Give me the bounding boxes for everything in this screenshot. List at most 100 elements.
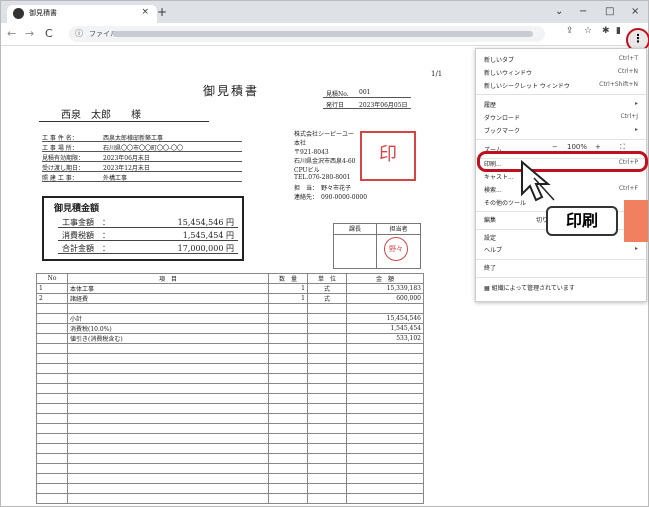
cell-qty xyxy=(268,313,308,324)
menu-item-label: 履歴 xyxy=(484,102,497,109)
zoom-level: 100% xyxy=(567,143,588,151)
menu-item-new-tab[interactable]: 新しいタブ Ctrl+T xyxy=(484,55,638,65)
menu-item-downloads[interactable]: ダウンロード Ctrl+J xyxy=(484,113,638,123)
table-row xyxy=(36,373,424,384)
cell-qty: 1 xyxy=(268,283,308,294)
company-contact: 担 当： 野々市花子 xyxy=(294,185,352,192)
table-row xyxy=(36,403,424,414)
reload-icon[interactable]: C xyxy=(45,27,53,40)
menu-item-label: キャスト... xyxy=(484,174,514,181)
cell-unit: 式 xyxy=(307,283,347,294)
menu-item-bookmarks[interactable]: ブックマーク ▸ xyxy=(484,126,638,136)
column-header: 単 位 xyxy=(307,273,347,284)
back-icon[interactable]: ← xyxy=(7,27,16,40)
menu-item-managed[interactable]: ▦ 組織によって管理されています xyxy=(484,283,638,293)
cell-amount: 15,339,183 xyxy=(346,283,424,294)
table-header-row: No 項 目 数 量 単 位 金 額 xyxy=(36,273,424,284)
share-icon[interactable]: ⇪ xyxy=(566,26,574,36)
customer-name: 西泉 太郎 様 xyxy=(61,110,141,121)
column-header: 金 額 xyxy=(346,273,424,284)
amount-label: 消費税額 ： xyxy=(62,231,110,240)
menu-item-label: ブックマーク xyxy=(484,128,521,135)
cursor-arrow-icon xyxy=(521,160,555,202)
address-url-redacted xyxy=(113,31,533,37)
forward-icon[interactable]: → xyxy=(25,27,34,40)
chevron-right-icon: ▸ xyxy=(634,126,638,133)
new-tab-button[interactable]: + xyxy=(157,5,167,19)
cell-amount xyxy=(346,303,424,314)
table-row xyxy=(36,363,424,374)
divider xyxy=(323,97,411,98)
menu-item-label: 新しいウィンドウ xyxy=(484,70,533,77)
building-icon: ▦ xyxy=(484,285,492,292)
divider xyxy=(58,253,238,254)
company-building: CPUビル xyxy=(294,167,320,174)
table-row xyxy=(36,303,424,314)
company-zip: 〒921-8043 xyxy=(294,149,329,156)
tab-search-icon[interactable]: ⌄ xyxy=(555,6,563,17)
table-row: 2 諸経費 1 式 600,000 xyxy=(36,293,424,304)
table-row xyxy=(36,423,424,434)
print-callout: 印刷 xyxy=(546,206,618,236)
column-header: 数 量 xyxy=(268,273,308,284)
menu-item-history[interactable]: 履歴 ▸ xyxy=(484,100,638,110)
amount-title: 御見積金額 xyxy=(54,204,100,214)
minimize-button[interactable]: − xyxy=(579,6,587,17)
tab-estimate[interactable]: 御見積書 × xyxy=(7,5,157,23)
maximize-button[interactable]: □ xyxy=(605,6,614,17)
tab-close-icon[interactable]: × xyxy=(141,7,149,17)
decorative-tab xyxy=(624,200,648,242)
estimate-no: 001 xyxy=(359,89,371,96)
customer-underline xyxy=(39,121,209,122)
table-row xyxy=(36,473,424,484)
menu-item-shortcut: Ctrl+F xyxy=(618,185,638,192)
pdf-viewer: 1/1 御見積書 西泉 太郎 様 見積No. 001 発行日 2023年06月0… xyxy=(1,47,475,505)
company-seal-stamp: 印 xyxy=(360,131,416,181)
extensions-icon[interactable]: ✱ xyxy=(602,26,610,36)
chevron-right-icon: ▸ xyxy=(634,245,638,252)
menu-item-help[interactable]: ヘルプ ▸ xyxy=(484,245,638,255)
table-row xyxy=(36,353,424,364)
cell-item xyxy=(67,303,269,314)
column-header: 項 目 xyxy=(67,273,269,284)
cell-qty xyxy=(268,303,308,314)
address-bar[interactable]: ⓘ ファイル xyxy=(69,26,545,42)
divider xyxy=(323,108,411,109)
menu-separator xyxy=(476,277,646,278)
cell-item: 小計 xyxy=(67,313,269,324)
close-window-button[interactable]: × xyxy=(631,6,639,17)
menu-item-incognito[interactable]: 新しいシークレット ウィンドウ Ctrl+Shift+N xyxy=(484,81,638,91)
table-row xyxy=(36,493,424,504)
cell-item: 諸経費 xyxy=(67,293,269,304)
approval-header: 課長 xyxy=(334,224,376,235)
table-row xyxy=(36,393,424,404)
approval-boxes: 課長 担当者 野々 xyxy=(333,223,421,269)
cell-amount: 1,545,454 xyxy=(346,323,424,334)
menu-item-label: ダウンロード xyxy=(484,115,521,122)
menu-separator xyxy=(476,139,646,140)
bookmark-star-icon[interactable]: ☆ xyxy=(584,26,592,36)
table-row xyxy=(36,343,424,354)
menu-item-label: 設定 xyxy=(484,235,497,242)
cell-qty xyxy=(268,333,308,344)
menu-item-shortcut: Ctrl+J xyxy=(620,113,638,120)
zoom-in-button[interactable]: + xyxy=(595,143,601,151)
side-panel-icon[interactable]: ▮ xyxy=(616,26,621,36)
menu-item-shortcut: Ctrl+N xyxy=(617,68,638,75)
divider xyxy=(58,227,238,228)
table-row xyxy=(36,453,424,464)
zoom-out-button[interactable]: − xyxy=(552,143,558,151)
company-tel: TEL.076-280-8001 xyxy=(294,174,351,181)
company-branch: 本社 xyxy=(294,140,307,147)
cell-item: 本体工事 xyxy=(67,283,269,294)
cell-no xyxy=(36,333,68,344)
menu-item-new-window[interactable]: 新しいウィンドウ Ctrl+N xyxy=(484,68,638,78)
cell-unit xyxy=(307,323,347,334)
menu-separator xyxy=(476,94,646,95)
menu-item-label: 組織によって管理されています xyxy=(491,285,575,292)
menu-item-exit[interactable]: 終了 xyxy=(484,263,638,273)
tab-title: 御見積書 xyxy=(29,9,57,17)
cell-unit xyxy=(307,303,347,314)
company-phone: 連絡先： 090-0000-0000 xyxy=(294,194,368,201)
items-table: No 項 目 数 量 単 位 金 額 1 本体工事 1 式 15,339,183… xyxy=(36,273,424,504)
